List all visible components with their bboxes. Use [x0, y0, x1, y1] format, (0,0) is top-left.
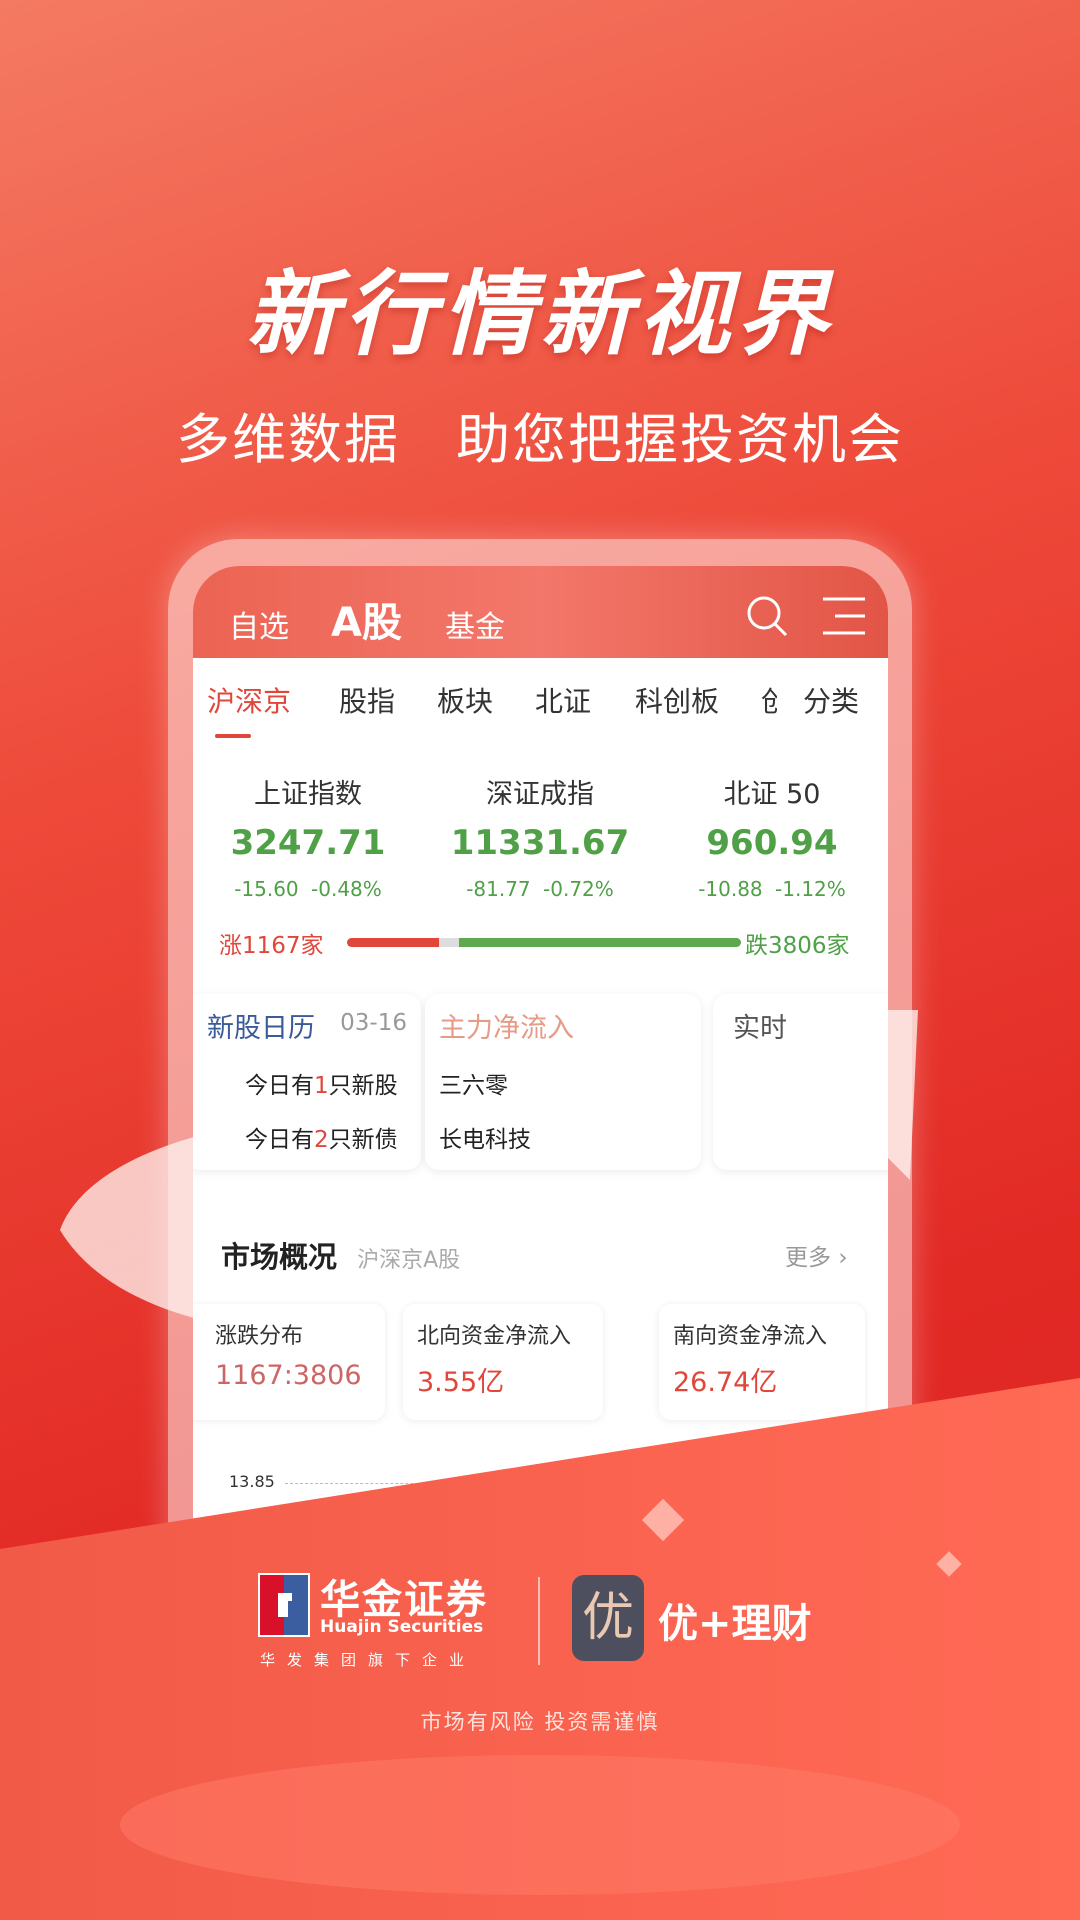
brand-footer: 华金证券 Huajin Securities 华发集团旗下企业 优 优+理财: [258, 1573, 858, 1683]
app-name: 优+理财: [658, 1601, 812, 1647]
huajin-logo-icon: [258, 1573, 310, 1637]
risk-disclaimer: 市场有风险 投资需谨慎: [420, 1710, 660, 1734]
brand-group: 华发集团旗下企业: [260, 1651, 477, 1669]
brand-english: Huajin Securities: [320, 1617, 484, 1637]
divider: [538, 1577, 540, 1665]
app-icon: 优: [572, 1575, 644, 1661]
